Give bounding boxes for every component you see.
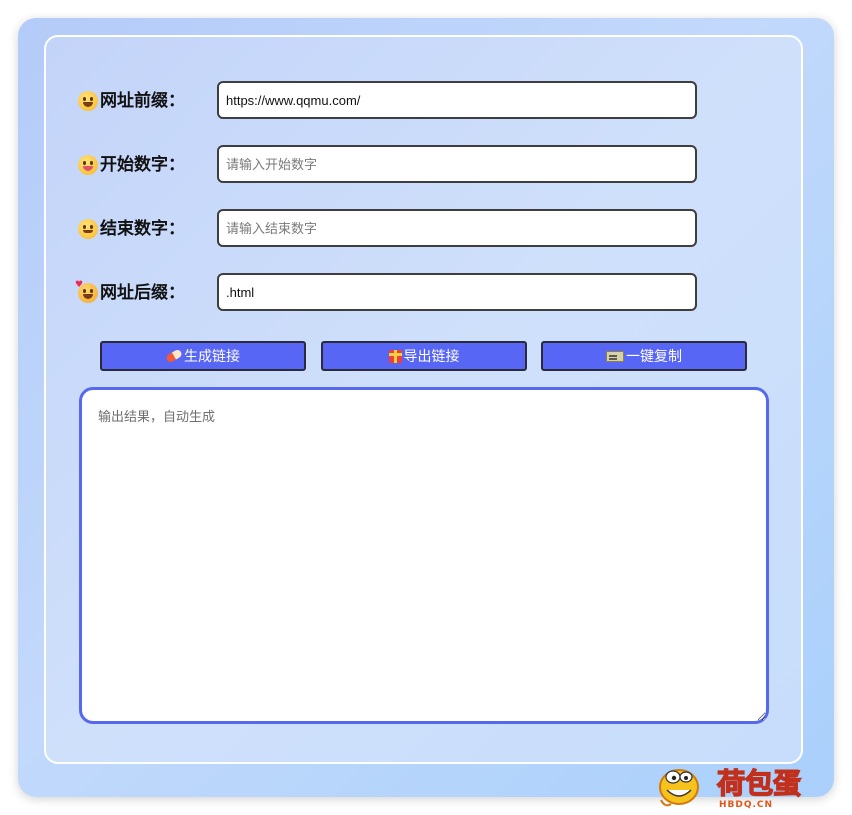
smiling-face-with-hearts-icon: ♥ [75,281,98,303]
generate-links-button[interactable]: 生成链接 [100,341,306,371]
suffix-label: 网址后缀： [100,283,185,303]
prefix-label-wrap: 网址前缀： [78,81,185,121]
export-links-button[interactable]: 导出链接 [321,341,527,371]
tongue-face-icon [78,155,98,175]
start-row: 开始数字： [78,145,708,185]
watermark-brand: 荷包蛋 [717,767,801,800]
copy-all-label: 一键复制 [626,349,682,365]
start-number-input[interactable] [217,145,697,183]
copy-all-button[interactable]: 一键复制 [541,341,747,371]
mascot-egg-icon [659,769,699,807]
gift-icon [388,349,402,363]
start-label: 开始数字： [100,155,185,175]
generate-links-label: 生成链接 [184,349,240,365]
ticket-icon [606,350,624,362]
start-label-wrap: 开始数字： [78,145,185,185]
grinning-face-icon [78,91,98,111]
watermark-domain: HBDQ.CN [719,800,773,810]
end-row: 结束数字： [78,209,708,249]
suffix-row: ♥ 网址后缀： [75,273,708,313]
smiling-face-icon [78,219,98,239]
suffix-label-wrap: ♥ 网址后缀： [75,273,185,313]
prefix-label: 网址前缀： [100,91,185,111]
hbdq-watermark-logo: 荷包蛋 HBDQ.CN [659,766,802,810]
end-label: 结束数字： [100,219,185,239]
pill-icon [165,348,183,364]
end-label-wrap: 结束数字： [78,209,185,249]
prefix-row: 网址前缀： [78,81,708,121]
suffix-input[interactable] [217,273,697,311]
prefix-input[interactable] [217,81,697,119]
end-number-input[interactable] [217,209,697,247]
export-links-label: 导出链接 [403,349,460,365]
output-textarea[interactable] [79,387,769,724]
